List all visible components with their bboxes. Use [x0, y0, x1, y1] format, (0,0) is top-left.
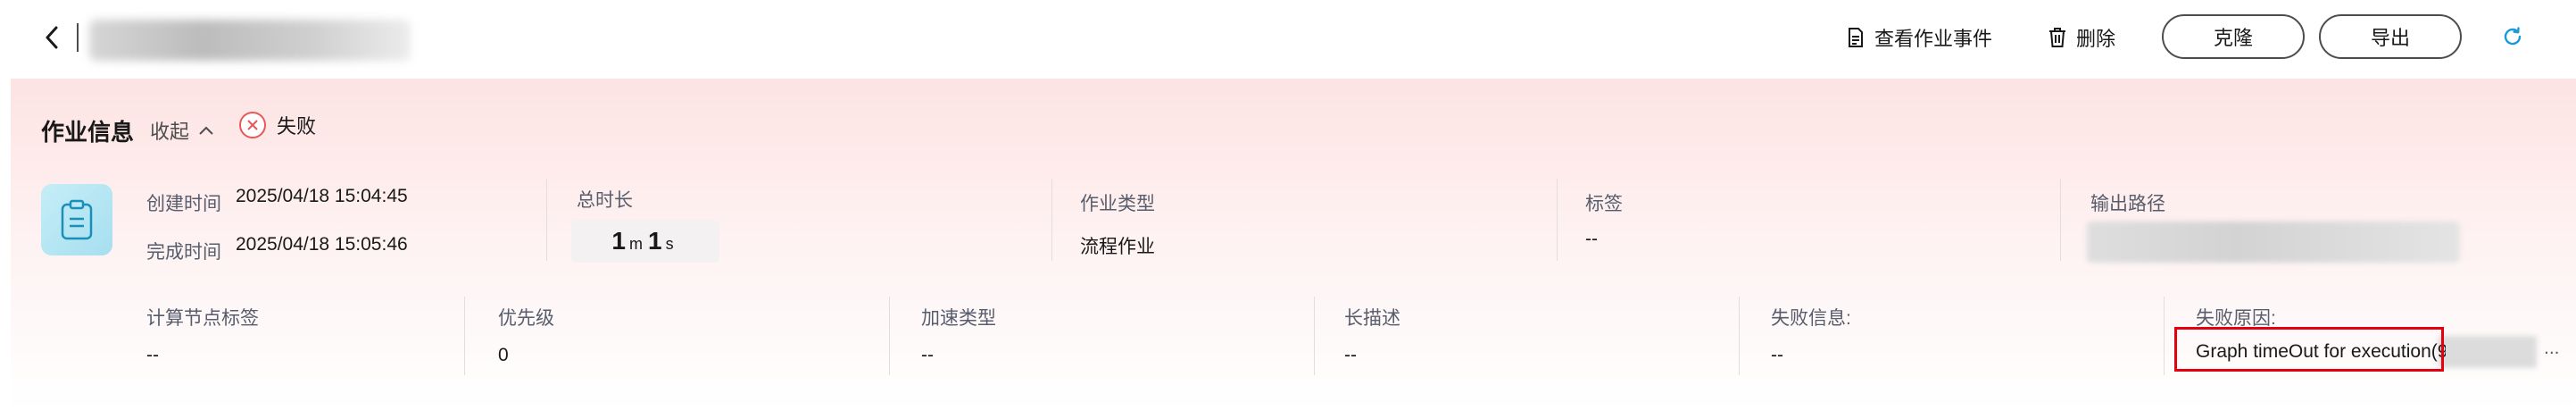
- status-badge: 失败: [239, 111, 316, 139]
- chevron-up-icon: [199, 126, 213, 135]
- long-desc-label: 长描述: [1344, 308, 1400, 329]
- duration-minutes: 1: [611, 227, 626, 255]
- refresh-button[interactable]: [2499, 23, 2526, 50]
- failure-info-label: 失败信息:: [1771, 308, 1851, 329]
- failure-reason-ellipsis[interactable]: ...: [2544, 338, 2560, 359]
- job-name-redacted: [89, 20, 411, 61]
- divider: [2164, 297, 2165, 375]
- back-button[interactable]: [39, 21, 64, 54]
- delete-label: 删除: [2076, 28, 2116, 50]
- accel-type-label: 加速类型: [921, 308, 996, 329]
- node-tags-label: 计算节点标签: [146, 308, 259, 329]
- completed-time-label: 完成时间: [146, 242, 221, 263]
- document-icon: [1846, 27, 1866, 48]
- title-divider: [77, 23, 79, 52]
- divider: [464, 297, 465, 375]
- divider: [546, 179, 547, 261]
- trash-icon: [2048, 27, 2067, 48]
- duration-value: 1 m 1 s: [571, 220, 719, 263]
- failure-info-value: --: [1771, 345, 1783, 365]
- duration-minutes-unit: m: [629, 235, 643, 253]
- view-events-button[interactable]: 查看作业事件: [1846, 20, 1992, 55]
- output-path-label: 输出路径: [2090, 194, 2165, 214]
- export-button[interactable]: 导出: [2319, 14, 2462, 59]
- delete-button[interactable]: 删除: [2048, 20, 2115, 55]
- job-info-panel: 作业信息 收起 失败 创建时间 2025/04/18 15:04:45 完成时间…: [11, 79, 2576, 410]
- collapse-label: 收起: [150, 121, 190, 143]
- completed-time-value: 2025/04/18 15:05:46: [236, 234, 408, 255]
- failure-reason-highlight: [2174, 327, 2444, 372]
- collapse-toggle[interactable]: 收起: [150, 116, 214, 145]
- divider: [1557, 179, 1558, 261]
- job-type-value: 流程作业: [1080, 237, 1155, 257]
- divider: [2060, 179, 2061, 261]
- tags-label: 标签: [1585, 194, 1623, 214]
- top-bar: 查看作业事件 删除 克隆 导出: [0, 0, 2576, 77]
- refresh-icon: [2504, 27, 2522, 46]
- view-events-label: 查看作业事件: [1874, 28, 1993, 50]
- node-tags-value: --: [146, 345, 159, 365]
- duration-seconds-unit: s: [665, 235, 674, 253]
- output-path-redacted: [2087, 222, 2460, 263]
- duration-label: 总时长: [577, 190, 633, 211]
- clone-button[interactable]: 克隆: [2162, 14, 2305, 59]
- accel-type-value: --: [921, 345, 934, 365]
- long-desc-value: --: [1344, 345, 1357, 365]
- created-time-value: 2025/04/18 15:04:45: [236, 186, 408, 206]
- clipboard-icon: [41, 184, 112, 255]
- job-type-label: 作业类型: [1080, 194, 1155, 214]
- divider: [1314, 297, 1315, 375]
- created-time-label: 创建时间: [146, 194, 221, 214]
- divider: [889, 297, 890, 375]
- chevron-left-icon: [46, 26, 58, 49]
- tags-value: --: [1585, 229, 1598, 249]
- priority-value: 0: [498, 345, 509, 365]
- error-circle-icon: [239, 112, 266, 138]
- priority-label: 优先级: [498, 308, 554, 329]
- panel-title: 作业信息: [41, 119, 135, 146]
- status-text: 失败: [277, 115, 317, 138]
- failure-reason-redacted: [2439, 336, 2537, 368]
- divider: [1051, 179, 1052, 261]
- duration-seconds: 1: [648, 227, 662, 255]
- divider: [1739, 297, 1740, 375]
